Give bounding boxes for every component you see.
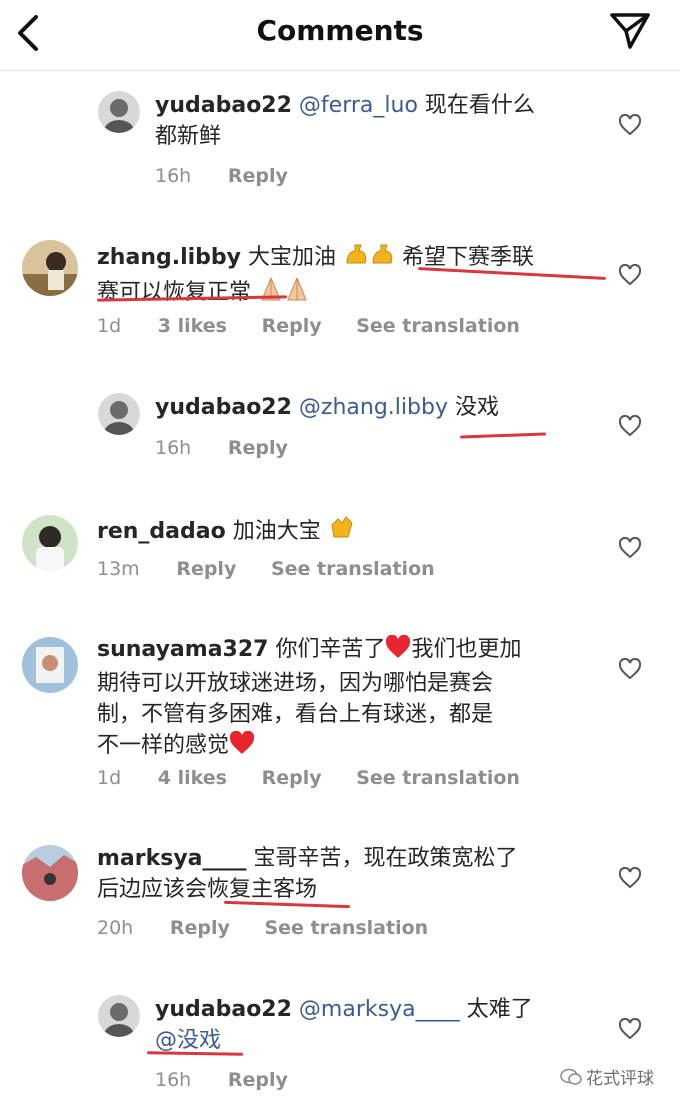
see-translation-button[interactable]: See translation [356, 767, 520, 789]
comment-body: 大宝加油 [248, 245, 337, 270]
red-heart-icon [229, 730, 255, 764]
comment-meta: 16h Reply [155, 1069, 316, 1091]
username[interactable]: yudabao22 [155, 395, 292, 420]
comment-body: 你们辛苦了 [275, 637, 386, 662]
comment-body: 制，不管有多困难，看台上有球迷，都是 [97, 702, 494, 727]
see-translation-button[interactable]: See translation [356, 315, 520, 337]
highlight-underline [459, 432, 547, 439]
username[interactable]: zhang.libby [97, 245, 241, 270]
comment-body: 都新鲜 [155, 124, 222, 149]
folded-hands-icon [258, 276, 284, 311]
timestamp: 1d [97, 315, 122, 337]
avatar[interactable] [98, 91, 140, 133]
avatar[interactable] [22, 845, 78, 901]
timestamp: 20h [97, 917, 134, 939]
header-bar: Comments [0, 0, 680, 71]
folded-hands-icon [284, 276, 310, 311]
comment-body: 希望下赛季联 [402, 245, 535, 270]
timestamp: 16h [155, 437, 192, 459]
mention-link[interactable]: @ferra_luo [299, 93, 418, 118]
reply-button[interactable]: Reply [228, 1069, 288, 1091]
likes-count[interactable]: 4 likes [158, 767, 227, 789]
heart-icon[interactable] [618, 264, 642, 286]
comment-meta: 1d 4 likes Reply See translation [97, 767, 548, 789]
heart-icon[interactable] [618, 1018, 642, 1040]
page-title: Comments [256, 14, 424, 47]
comment-text: yudabao22 @ferra_luo 现在看什么 都新鲜 [155, 90, 595, 152]
comment-meta: 16h Reply [155, 165, 316, 187]
username[interactable]: sunayama327 [97, 637, 268, 662]
heart-icon[interactable] [618, 658, 642, 680]
comment-body: 太难了 [466, 997, 533, 1022]
reply-button[interactable]: Reply [170, 917, 230, 939]
watermark-text: 花式评球 [586, 1069, 654, 1089]
flexed-biceps-icon [343, 241, 369, 276]
avatar[interactable] [22, 240, 78, 296]
comment-body: 加油大宝 [232, 519, 321, 544]
avatar[interactable] [98, 995, 140, 1037]
comment-meta: 13m Reply See translation [97, 558, 463, 580]
comment-body: 没戏 [454, 395, 499, 420]
username[interactable]: yudabao22 [155, 93, 292, 118]
reply-button[interactable]: Reply [262, 315, 322, 337]
reply-button[interactable]: Reply [262, 767, 322, 789]
heart-icon[interactable] [618, 114, 642, 136]
timestamp: 13m [97, 558, 140, 580]
comment-text: ren_dadao 加油大宝 [97, 513, 617, 550]
reply-button[interactable]: Reply [228, 437, 288, 459]
comment-meta: 1d 3 likes Reply See translation [97, 315, 548, 337]
comment-meta: 20h Reply See translation [97, 917, 456, 939]
username[interactable]: ren_dadao [97, 519, 226, 544]
comment-meta: 16h Reply [155, 437, 316, 459]
comment-body: 现在看什么 [424, 93, 535, 118]
heart-icon[interactable] [618, 415, 642, 437]
see-translation-button[interactable]: See translation [271, 558, 435, 580]
comment-text: yudabao22 @marksya____ 太难了 @没戏 [155, 994, 595, 1056]
see-translation-button[interactable]: See translation [264, 917, 428, 939]
comment-body: 宝哥辛苦，现在政策宽松了 [253, 846, 518, 871]
mention-link[interactable]: @marksya____ [299, 997, 460, 1022]
timestamp: 16h [155, 165, 192, 187]
avatar[interactable] [22, 637, 78, 693]
likes-count[interactable]: 3 likes [158, 315, 227, 337]
send-icon[interactable] [608, 11, 652, 51]
flexed-biceps-icon [369, 241, 395, 276]
comment-text: yudabao22 @zhang.libby 没戏 [155, 392, 595, 423]
red-heart-icon [385, 634, 411, 668]
wechat-icon [560, 1068, 582, 1091]
heart-icon[interactable] [618, 537, 642, 559]
comment-body: 不一样的感觉 [97, 733, 230, 758]
comment-text: marksya____ 宝哥辛苦，现在政策宽松了 后边应该会恢复主客场 [97, 843, 617, 905]
timestamp: 16h [155, 1069, 192, 1091]
comment-body: 期待可以开放球迷进场，因为哪怕是赛会 [97, 671, 494, 696]
watermark: 花式评球 [560, 1064, 654, 1091]
mention-link[interactable]: @没戏 [155, 1028, 221, 1053]
reply-button[interactable]: Reply [228, 165, 288, 187]
avatar[interactable] [22, 515, 78, 571]
clapping-hands-icon [328, 513, 356, 550]
reply-button[interactable]: Reply [176, 558, 236, 580]
timestamp: 1d [97, 767, 122, 789]
username[interactable]: yudabao22 [155, 997, 292, 1022]
comment-body: 我们也更加 [411, 637, 522, 662]
username[interactable]: marksya____ [97, 846, 247, 871]
avatar[interactable] [98, 393, 140, 435]
comment-text: sunayama327 你们辛苦了 我们也更加 期待可以开放球迷进场，因为哪怕是赛… [97, 634, 617, 764]
heart-icon[interactable] [618, 867, 642, 889]
comment-body: 后边应该会恢复主客场 [97, 877, 318, 902]
mention-link[interactable]: @zhang.libby [299, 395, 448, 420]
